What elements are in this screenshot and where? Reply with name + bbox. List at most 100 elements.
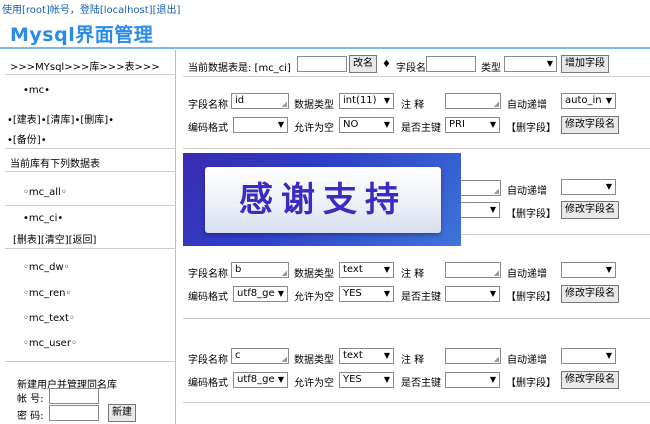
nullable-label: 允许为空 xyxy=(294,123,334,134)
primary-key-select[interactable]: ▼ xyxy=(445,372,500,388)
data-type-select[interactable]: text ▼ xyxy=(339,348,394,364)
password-label: 密 码: xyxy=(17,411,44,422)
chevron-down-icon: ▼ xyxy=(489,289,496,298)
select-value: text xyxy=(343,264,363,275)
chevron-down-icon: ▼ xyxy=(546,59,553,68)
nullable-select[interactable]: YES ▼ xyxy=(339,286,394,302)
delete-field-link[interactable]: 【删字段】 xyxy=(506,205,556,220)
logout-link[interactable]: [退出] xyxy=(153,5,181,16)
banner-panel: 感谢支持 xyxy=(205,167,441,233)
note-input[interactable]: ◢ xyxy=(445,93,501,109)
chevron-down-icon: ▼ xyxy=(605,265,612,274)
chevron-down-icon: ▼ xyxy=(277,375,284,384)
encoding-select[interactable]: ▼ xyxy=(233,117,288,133)
login-middle: ]帐号，登陆[ xyxy=(45,5,104,16)
delete-database-link[interactable]: [删库] xyxy=(80,115,108,126)
login-user-link[interactable]: root xyxy=(26,5,46,16)
nullable-select[interactable]: NO ▼ xyxy=(339,117,394,133)
nullable-label: 允许为空 xyxy=(294,292,334,303)
field-name-label: 字段名称 xyxy=(188,269,228,280)
nullable-select[interactable]: YES ▼ xyxy=(339,372,394,388)
data-type-label: 数据类型 xyxy=(294,269,334,280)
sidebar: >>>MYsql>>>库>>>表>>> •mc• •[建表]•[清库]•[删库]… xyxy=(5,50,176,424)
row-divider xyxy=(183,76,650,77)
delete-table-link[interactable]: [删表] xyxy=(13,235,41,246)
select-value: int(11) xyxy=(343,95,377,106)
table-link-mc-all[interactable]: ◦mc_all◦ xyxy=(23,187,67,198)
table-link-mc-user[interactable]: ◦mc_user◦ xyxy=(23,338,77,349)
table-link-mc-dw[interactable]: ◦mc_dw◦ xyxy=(23,262,70,273)
data-type-select[interactable]: text ▼ xyxy=(339,262,394,278)
table-actions: [删表][清空][返回] xyxy=(13,231,96,246)
primary-key-select[interactable]: PRI ▼ xyxy=(445,117,500,133)
auto-increment-select[interactable]: auto_in ▼ xyxy=(561,93,616,109)
data-type-label: 数据类型 xyxy=(294,355,334,366)
rename-input[interactable] xyxy=(297,56,347,72)
password-input[interactable] xyxy=(49,405,99,421)
delete-field-link[interactable]: 【删字段】 xyxy=(506,374,556,389)
sidebar-divider xyxy=(5,74,176,75)
nullable-label: 允许为空 xyxy=(294,378,334,389)
resize-handle-icon: ◢ xyxy=(281,355,287,363)
create-user-button[interactable]: 新建 xyxy=(108,404,136,422)
backup-database-link[interactable]: [备份] xyxy=(13,135,41,146)
chevron-down-icon: ▼ xyxy=(383,351,390,360)
resize-handle-icon: ◢ xyxy=(281,100,287,108)
chevron-down-icon: ▼ xyxy=(489,205,496,214)
auto-increment-label: 自动递增 xyxy=(507,269,547,280)
new-field-name-input[interactable] xyxy=(426,56,476,72)
type-label: 类型 xyxy=(481,63,501,74)
field-name-input[interactable]: b ◢ xyxy=(231,262,289,278)
sidebar-divider xyxy=(5,248,176,249)
account-input[interactable] xyxy=(49,388,99,404)
select-value: text xyxy=(343,350,363,361)
data-type-select[interactable]: int(11) ▼ xyxy=(339,93,394,109)
select-value: YES xyxy=(343,374,362,385)
login-host-link[interactable]: localhost xyxy=(104,5,149,16)
delete-field-link[interactable]: 【删字段】 xyxy=(506,119,556,134)
chevron-down-icon: ▼ xyxy=(489,375,496,384)
modify-field-button[interactable]: 修改字段名 xyxy=(561,201,619,219)
encoding-select[interactable]: utf8_ge ▼ xyxy=(233,372,288,388)
note-input[interactable]: ◢ xyxy=(445,262,501,278)
back-link[interactable]: [返回] xyxy=(69,235,97,246)
field-name-input[interactable]: id ◢ xyxy=(231,93,289,109)
row-divider xyxy=(183,318,650,319)
note-label: 注 释 xyxy=(401,355,425,366)
login-status: 使用[root]帐号，登陆[localhost][退出] xyxy=(2,1,180,16)
rename-button[interactable]: 改名 xyxy=(349,55,377,73)
note-input[interactable]: ◢ xyxy=(445,348,501,364)
header-divider xyxy=(0,47,650,49)
auto-increment-select[interactable]: ▼ xyxy=(561,348,616,364)
chevron-down-icon: ▼ xyxy=(489,120,496,129)
select-value: auto_in xyxy=(565,95,602,106)
chevron-down-icon: ▼ xyxy=(383,120,390,129)
auto-increment-select[interactable]: ▼ xyxy=(561,179,616,195)
database-actions: •[建表]•[清库]•[删库]• xyxy=(7,111,114,126)
select-value: PRI xyxy=(449,119,465,130)
clear-database-link[interactable]: [清库] xyxy=(47,115,75,126)
add-field-button[interactable]: 增加字段 xyxy=(561,55,609,73)
table-link-mc-ci[interactable]: •mc_ci• xyxy=(23,213,63,224)
table-link-mc-ren[interactable]: ◦mc_ren◦ xyxy=(23,288,71,299)
create-table-link[interactable]: [建表] xyxy=(13,115,41,126)
modify-field-button[interactable]: 修改字段名 xyxy=(561,285,619,303)
delete-field-link[interactable]: 【删字段】 xyxy=(506,288,556,303)
current-database-link[interactable]: •mc• xyxy=(23,85,50,96)
new-field-type-select[interactable]: ▼ xyxy=(504,56,557,72)
auto-increment-label: 自动递增 xyxy=(507,100,547,111)
table-link-mc-text[interactable]: ◦mc_text◦ xyxy=(23,313,75,324)
chevron-down-icon: ▼ xyxy=(383,375,390,384)
sidebar-divider xyxy=(5,205,176,206)
clear-table-link[interactable]: [清空] xyxy=(41,235,69,246)
database-backup-actions: •[备份]• xyxy=(7,131,47,146)
toolbar-separator: ♦ xyxy=(382,59,391,70)
modify-field-button[interactable]: 修改字段名 xyxy=(561,371,619,389)
encoding-select[interactable]: utf8_ge ▼ xyxy=(233,286,288,302)
modify-field-button[interactable]: 修改字段名 xyxy=(561,116,619,134)
auto-increment-select[interactable]: ▼ xyxy=(561,262,616,278)
data-type-label: 数据类型 xyxy=(294,100,334,111)
field-name-input[interactable]: c ◢ xyxy=(231,348,289,364)
primary-key-select[interactable]: ▼ xyxy=(445,286,500,302)
field-name-label: 字段名 xyxy=(396,63,426,74)
